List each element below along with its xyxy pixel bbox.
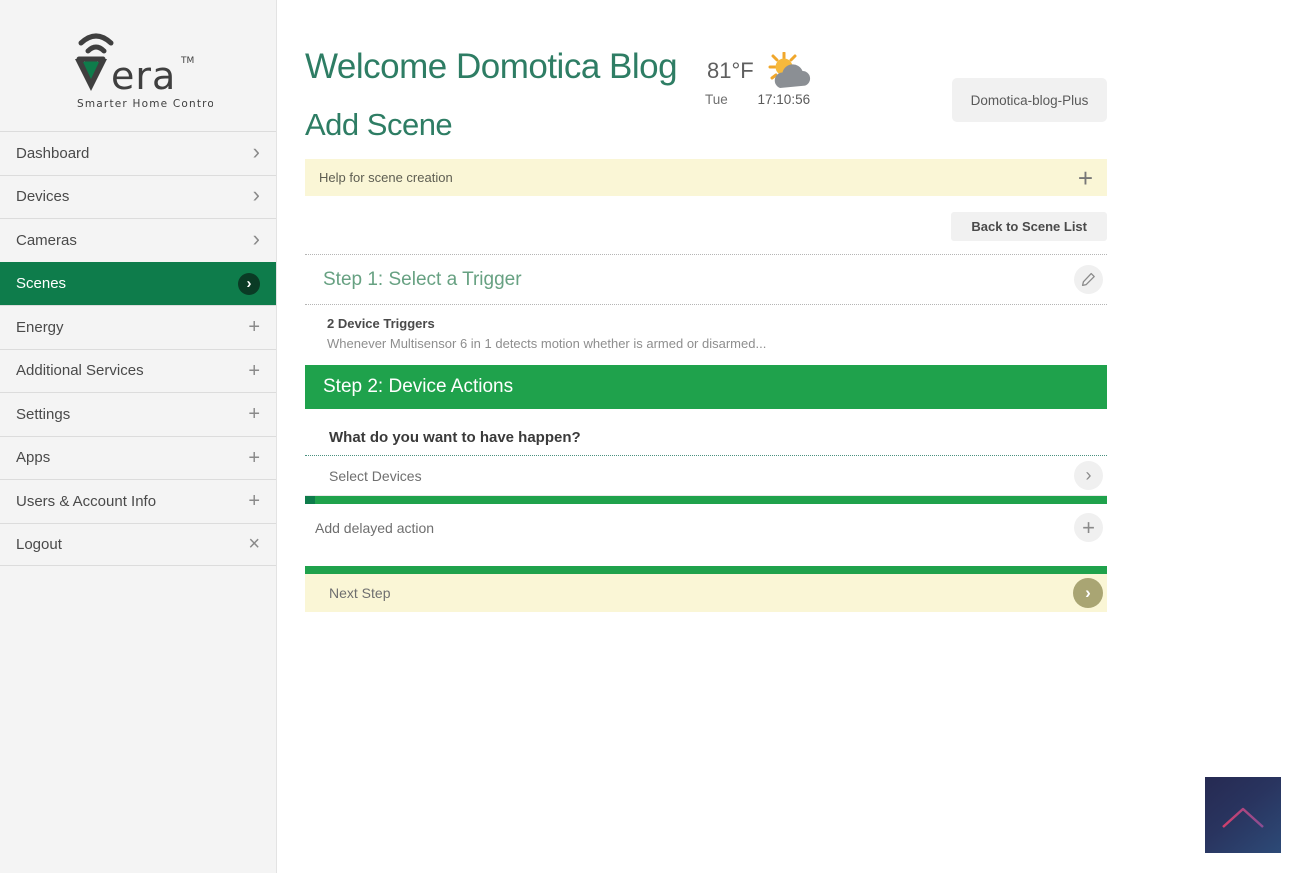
close-icon: ×: [248, 534, 260, 554]
sidebar-item-label: Users & Account Info: [16, 493, 156, 510]
trigger-summary-block: 2 Device Triggers Whenever Multisensor 6…: [305, 305, 1107, 365]
sidebar-item-scenes[interactable]: Scenes ›: [0, 262, 276, 306]
plus-icon: +: [248, 448, 260, 468]
chevron-right-icon: ›: [1086, 465, 1092, 486]
chevron-right-icon: ›: [253, 141, 260, 163]
page-root: era TM Smarter Home Control Dashboard › …: [0, 0, 1300, 873]
sidebar-item-label: Cameras: [16, 232, 77, 249]
sidebar: era TM Smarter Home Control Dashboard › …: [0, 0, 277, 873]
chevron-right-circle-button[interactable]: ›: [1074, 461, 1103, 490]
chevron-right-icon: ›: [253, 184, 260, 206]
scroll-to-top-button[interactable]: [1205, 777, 1281, 853]
sidebar-item-devices[interactable]: Devices ›: [0, 175, 276, 219]
step1-title: Step 1: Select a Trigger: [323, 269, 522, 291]
controller-select-button[interactable]: Domotica-blog-Plus: [952, 78, 1107, 122]
next-step-bar[interactable]: Next Step ›: [305, 574, 1107, 612]
sun-behind-cloud-icon: [764, 52, 816, 94]
trigger-count: 2 Device Triggers: [327, 316, 1107, 331]
back-to-scene-list-button[interactable]: Back to Scene List: [951, 212, 1107, 241]
sidebar-item-energy[interactable]: Energy +: [0, 305, 276, 349]
welcome-title: Welcome Domotica Blog: [305, 48, 685, 85]
step1-header: Step 1: Select a Trigger: [305, 255, 1107, 304]
sidebar-item-label: Apps: [16, 449, 50, 466]
help-for-scene-creation-bar[interactable]: Help for scene creation +: [305, 159, 1107, 196]
add-delayed-action-label: Add delayed action: [315, 520, 434, 536]
chevron-right-circle-icon: ›: [238, 273, 260, 295]
temperature-value: 81°F: [707, 58, 754, 84]
sidebar-item-settings[interactable]: Settings +: [0, 392, 276, 436]
header: Welcome Domotica Blog 81°F: [305, 0, 1107, 85]
trigger-summary: Whenever Multisensor 6 in 1 detects moti…: [327, 336, 1107, 351]
step2-title: Step 2: Device Actions: [323, 376, 513, 398]
select-devices-row[interactable]: Select Devices ›: [305, 456, 1107, 496]
sidebar-item-label: Dashboard: [16, 145, 89, 162]
weekday-label: Tue: [705, 92, 728, 107]
progress-bar-bottom: [305, 566, 1107, 574]
plus-icon: +: [1082, 517, 1095, 539]
sidebar-menu: Dashboard › Devices › Cameras › Scenes ›…: [0, 131, 276, 566]
plus-icon: +: [248, 491, 260, 511]
add-delayed-action-plus-button[interactable]: +: [1074, 513, 1103, 542]
chevron-right-icon: ›: [1085, 583, 1091, 603]
sidebar-item-label: Devices: [16, 188, 69, 205]
sidebar-item-label: Energy: [16, 319, 64, 336]
select-devices-label: Select Devices: [329, 468, 422, 484]
progress-bar-fill: [305, 496, 315, 504]
plus-icon: +: [248, 317, 260, 337]
sidebar-item-label: Additional Services: [16, 362, 144, 379]
vera-logo: era TM Smarter Home Control: [0, 0, 276, 131]
sidebar-item-dashboard[interactable]: Dashboard ›: [0, 131, 276, 175]
sidebar-item-label: Logout: [16, 536, 62, 553]
edit-trigger-button[interactable]: [1074, 265, 1103, 294]
plus-icon: +: [248, 361, 260, 381]
add-delayed-action-row[interactable]: Add delayed action +: [305, 504, 1107, 551]
sidebar-item-apps[interactable]: Apps +: [0, 436, 276, 480]
expand-plus-icon: +: [1078, 165, 1093, 191]
progress-bar: [305, 496, 1107, 504]
logo-tagline: Smarter Home Control: [77, 98, 213, 110]
chevron-up-icon: [1205, 777, 1281, 853]
sidebar-item-cameras[interactable]: Cameras ›: [0, 218, 276, 262]
vera-logo-icon: era TM Smarter Home Control: [63, 21, 213, 111]
chevron-right-icon: ›: [253, 228, 260, 250]
sidebar-item-users-account-info[interactable]: Users & Account Info +: [0, 479, 276, 523]
sidebar-item-label: Settings: [16, 406, 70, 423]
pencil-icon: [1081, 272, 1096, 287]
svg-text:TM: TM: [180, 56, 194, 66]
weather-widget: 81°F: [687, 50, 1107, 120]
step2-question: What do you want to have happen?: [305, 409, 1107, 455]
svg-text:era: era: [111, 54, 176, 98]
plus-icon: +: [248, 404, 260, 424]
help-bar-label: Help for scene creation: [319, 170, 453, 185]
sidebar-item-label: Scenes: [16, 275, 66, 292]
next-step-button[interactable]: ›: [1073, 578, 1103, 608]
step2-header: Step 2: Device Actions: [305, 365, 1107, 409]
main-content: Welcome Domotica Blog 81°F: [277, 0, 1300, 873]
sidebar-item-logout[interactable]: Logout ×: [0, 523, 276, 567]
next-step-label: Next Step: [329, 585, 390, 601]
sidebar-item-additional-services[interactable]: Additional Services +: [0, 349, 276, 393]
clock-time: 17:10:56: [758, 92, 811, 107]
